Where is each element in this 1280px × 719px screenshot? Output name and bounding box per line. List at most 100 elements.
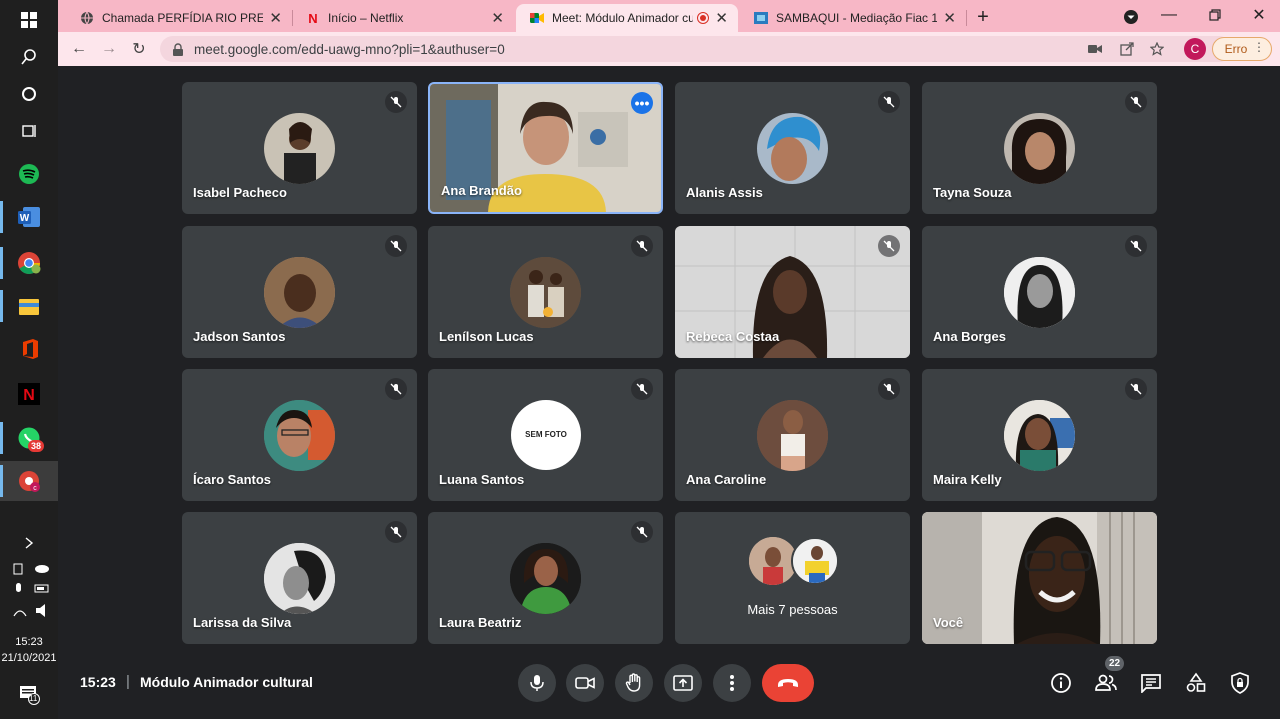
cortana-icon xyxy=(22,87,36,101)
recording-icon xyxy=(697,12,710,24)
svg-text:W: W xyxy=(20,213,30,224)
chrome-icon xyxy=(18,252,41,274)
avatar xyxy=(1004,113,1075,184)
present-screen-button[interactable] xyxy=(664,664,702,702)
restore-button[interactable] xyxy=(1202,3,1228,27)
camera-button[interactable] xyxy=(566,664,604,702)
participant-tile[interactable]: Ícaro Santos xyxy=(182,369,417,501)
participant-tile[interactable]: Jadson Santos xyxy=(182,226,417,358)
action-center-button[interactable]: 11 xyxy=(0,674,58,714)
hand-icon xyxy=(625,673,641,692)
activities-button[interactable] xyxy=(1181,668,1211,698)
task-view-button[interactable] xyxy=(0,111,58,151)
tab-chamada[interactable]: Chamada PERFÍDIA RIO PRETO 2021 ✕ xyxy=(66,4,292,32)
tab-search-button[interactable] xyxy=(1120,6,1142,28)
more-people-tile[interactable]: Mais 7 pessoas xyxy=(675,512,910,644)
chrome-profile-app[interactable]: c xyxy=(0,461,58,501)
profile-avatar[interactable]: C xyxy=(1184,38,1206,60)
participant-tile[interactable]: Maira Kelly xyxy=(922,369,1157,501)
close-icon[interactable]: ✕ xyxy=(491,9,504,27)
participant-tile[interactable]: SEM FOTO Luana Santos xyxy=(428,369,663,501)
participant-name: Larissa da Silva xyxy=(193,615,292,630)
participant-tile-speaking[interactable]: ••• Ana Brandão xyxy=(428,82,663,214)
open-in-new-icon[interactable] xyxy=(1120,42,1134,56)
star-icon[interactable] xyxy=(1150,42,1164,56)
participant-tile[interactable]: Tayna Souza xyxy=(922,82,1157,214)
close-window-button[interactable]: ✕ xyxy=(1246,3,1272,27)
tab-sambaqui[interactable]: SAMBAQUI - Mediação Fiac 13 ✕ xyxy=(740,4,966,32)
participant-name: Isabel Pacheco xyxy=(193,185,287,200)
participant-tile[interactable]: Lenílson Lucas xyxy=(428,226,663,358)
chat-button[interactable] xyxy=(1136,668,1166,698)
participant-tile[interactable]: Laura Beatriz xyxy=(428,512,663,644)
new-tab-button[interactable]: + xyxy=(972,6,994,28)
info-icon xyxy=(1051,673,1071,693)
start-button[interactable] xyxy=(0,0,58,40)
host-controls-button[interactable] xyxy=(1225,668,1255,698)
mic-off-icon xyxy=(385,235,407,257)
show-hidden-icons[interactable] xyxy=(0,525,58,561)
url-text: meet.google.com/edd-uawg-mno?pli=1&authu… xyxy=(194,41,505,57)
word-app[interactable]: W xyxy=(0,197,58,237)
participants-count-badge: 22 xyxy=(1105,656,1125,671)
more-options-button[interactable] xyxy=(713,664,751,702)
camera-icon xyxy=(575,677,595,689)
participants-button[interactable]: 22 xyxy=(1091,656,1125,698)
mic-off-icon xyxy=(878,91,900,113)
svg-text:N: N xyxy=(308,11,317,25)
self-view-label: Você xyxy=(933,615,964,630)
end-call-button[interactable] xyxy=(762,664,814,702)
taskbar-date[interactable]: 21/10/2021 xyxy=(0,652,58,664)
address-bar[interactable]: meet.google.com/edd-uawg-mno?pli=1&authu… xyxy=(160,36,1232,62)
back-button[interactable]: ← xyxy=(68,32,90,66)
meeting-info-button[interactable] xyxy=(1046,668,1076,698)
tab-meet[interactable]: Meet: Módulo Animador cultural ✕ xyxy=(516,4,738,32)
more-options-icon[interactable]: ••• xyxy=(631,92,653,114)
notification-count: 11 xyxy=(29,694,38,703)
whatsapp-app[interactable]: 38 xyxy=(0,418,58,458)
chrome-profile-icon: c xyxy=(19,471,40,492)
chrome-app[interactable] xyxy=(0,243,58,283)
forward-button[interactable]: → xyxy=(98,32,120,66)
reload-icon: ↻ xyxy=(132,41,146,58)
avatar xyxy=(510,257,581,328)
avatar xyxy=(510,543,581,614)
tab-netflix[interactable]: N Início – Netflix ✕ xyxy=(292,4,514,32)
avatar xyxy=(757,400,828,471)
avatar xyxy=(264,113,335,184)
close-icon[interactable]: ✕ xyxy=(943,9,956,27)
raise-hand-button[interactable] xyxy=(615,664,653,702)
arrow-right-icon: → xyxy=(101,40,117,57)
participant-tile[interactable]: Ana Borges xyxy=(922,226,1157,358)
close-icon[interactable]: ✕ xyxy=(715,9,728,27)
arrow-left-icon: ← xyxy=(71,40,87,57)
tab-separator xyxy=(966,10,967,26)
svg-text:N: N xyxy=(23,387,35,404)
mic-off-icon xyxy=(631,378,653,400)
microphone-button[interactable] xyxy=(518,664,556,702)
self-view-tile[interactable]: Você xyxy=(922,512,1157,644)
file-explorer-app[interactable] xyxy=(0,286,58,326)
participant-tile[interactable]: Larissa da Silva xyxy=(182,512,417,644)
participant-tile[interactable]: Isabel Pacheco xyxy=(182,82,417,214)
participant-tile[interactable]: Rebeca Costaa xyxy=(675,226,910,358)
participant-tile[interactable]: Ana Caroline xyxy=(675,369,910,501)
spotify-app[interactable] xyxy=(0,154,58,194)
folder-icon xyxy=(19,299,39,315)
close-icon[interactable]: ✕ xyxy=(269,9,282,27)
taskbar-time[interactable]: 15:23 xyxy=(0,636,58,648)
meeting-time: 15:23 xyxy=(80,674,116,690)
reload-button[interactable]: ↻ xyxy=(128,32,150,66)
browser-tab-strip: Chamada PERFÍDIA RIO PRETO 2021 ✕ N Iníc… xyxy=(58,0,1280,32)
participant-tile[interactable]: Alanis Assis xyxy=(675,82,910,214)
mic-off-icon xyxy=(631,235,653,257)
cortana-button[interactable] xyxy=(0,74,58,114)
sync-error-button[interactable]: Erro ⋮ xyxy=(1212,37,1272,61)
search-button[interactable] xyxy=(0,37,58,77)
more-people-label: Mais 7 pessoas xyxy=(747,602,838,617)
netflix-app[interactable]: N xyxy=(0,374,58,414)
camera-indicator-icon[interactable] xyxy=(1088,43,1102,55)
minimize-button[interactable]: — xyxy=(1156,3,1182,27)
office-app[interactable] xyxy=(0,329,58,369)
minimize-icon: — xyxy=(1161,6,1177,23)
